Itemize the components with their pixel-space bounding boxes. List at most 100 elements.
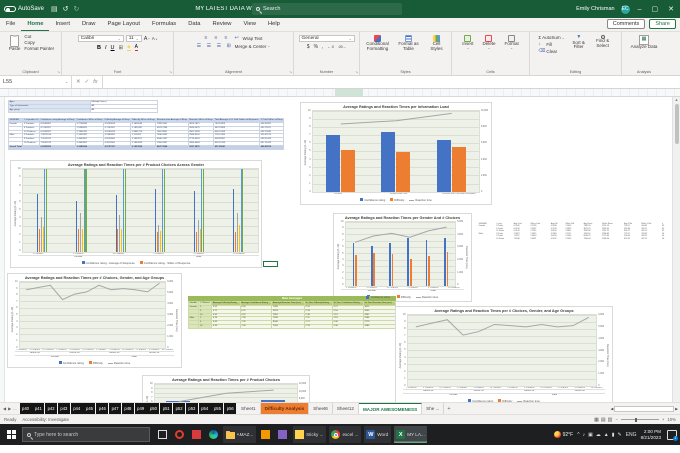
menu-tab-file[interactable]: File (0, 19, 21, 31)
taskbar-app-excel[interactable]: X MY LA... (393, 426, 428, 443)
chart-age-groups-right[interactable]: Average Ratings and Reaction Times per #… (395, 306, 613, 402)
conditional-formatting-button[interactable]: Conditional Formatting (364, 35, 392, 52)
zoom-slider[interactable] (620, 417, 659, 422)
chart-info-load[interactable]: Average Ratings and Reaction Times per I… (300, 102, 492, 205)
horizontal-scrollbar-track[interactable] (614, 405, 675, 412)
vertical-scrollbar[interactable]: ▲ (672, 97, 680, 402)
pivot-filters[interactable]: Ages (Multiple Items) Type of Information A… (8, 100, 159, 113)
chart-age-groups-left[interactable]: Average Ratings and Reaction Times per #… (7, 273, 182, 368)
paste-button[interactable]: Paste (7, 34, 23, 52)
sheet-tab-p46[interactable]: p46 (96, 403, 109, 414)
chart-across-gender[interactable]: Average Ratings and Reaction Times per #… (10, 160, 262, 268)
sheet-tab-p54[interactable]: p54 (198, 403, 211, 414)
cell-styles-button[interactable]: Cell Styles (426, 35, 448, 52)
format-cells-button[interactable]: Format ⌄ (503, 35, 521, 51)
align-center-icon[interactable]: ☰ (207, 43, 214, 49)
pivot-table[interactable]: GENDER # of product ch Confidence rating A… (7, 118, 285, 150)
zoom-in-button[interactable]: + (662, 417, 665, 422)
taskbar-app-sticky-notes[interactable]: Sticky ... (292, 426, 326, 443)
align-middle-icon[interactable]: ≡ (214, 35, 221, 41)
grow-font-button[interactable]: A ^ (144, 36, 150, 42)
sheet-tab-she[interactable]: She ... (422, 403, 445, 414)
tabs-scroll-left-icon[interactable]: ◀ (3, 406, 6, 411)
language-indicator[interactable]: ENG (626, 432, 637, 438)
analyze-data-button[interactable]: ▦ Analyze Data (629, 35, 660, 50)
increase-decimal-button[interactable]: .00→ (338, 45, 346, 49)
photos-icon[interactable]: ▣ (588, 432, 593, 438)
align-top-icon[interactable]: ≡ (204, 35, 211, 41)
clipboard-dialog-launcher[interactable]: ↘ (57, 70, 60, 74)
normal-view-icon[interactable]: ▦ (594, 417, 599, 423)
menu-tab-page-layout[interactable]: Page Layout (101, 19, 146, 31)
sheet-tab-p47[interactable]: p47 (109, 403, 122, 414)
chart-product-choices[interactable]: Average Ratings and Reaction Times per #… (142, 375, 310, 402)
formula-input[interactable] (103, 76, 680, 88)
merge-center-button[interactable]: ⊞ Merge & Center ⌄ (227, 43, 271, 49)
comma-format-button[interactable]: , (322, 44, 323, 50)
number-dialog-launcher[interactable]: ↘ (355, 70, 358, 74)
taskbar-app-app-orange[interactable] (259, 426, 273, 443)
underline-button[interactable]: U (111, 45, 115, 51)
taskbar-app-task-view[interactable] (155, 426, 169, 443)
save-icon[interactable]: ▤ (51, 5, 58, 13)
sheet-tab-sheet1[interactable]: Sheet1 (237, 403, 261, 414)
menu-tab-view[interactable]: View (237, 19, 261, 31)
taskbar-app-app-red-grid[interactable] (189, 426, 203, 443)
maximize-button[interactable]: ▢ (650, 5, 661, 13)
active-cell-outline[interactable] (263, 261, 278, 267)
sheet-tab-p48[interactable]: p48 (121, 403, 134, 414)
alignment-dialog-launcher[interactable]: ↘ (289, 70, 292, 74)
page-break-view-icon[interactable]: ▥ (608, 417, 613, 423)
sheet-tab-p41[interactable]: p41 (32, 403, 45, 414)
redo-icon[interactable]: ↻ (74, 5, 80, 13)
menu-tab-data[interactable]: Data (182, 19, 206, 31)
autosave-toggle[interactable]: AutoSave (4, 6, 44, 12)
close-button[interactable]: ✕ (666, 5, 676, 13)
sheet-tab-p55[interactable]: p55 (211, 403, 224, 414)
menu-tab-help[interactable]: Help (262, 19, 286, 31)
sheet-tab-sheet6[interactable]: Sheet6 (309, 403, 333, 414)
column-headers[interactable] (0, 89, 680, 97)
undo-icon[interactable]: ↺ (63, 5, 69, 13)
sheet-tab-p44[interactable]: p44 (70, 403, 83, 414)
page-layout-view-icon[interactable]: ▤ (601, 417, 606, 423)
vertical-scrollbar-thumb[interactable] (674, 104, 679, 144)
autosum-button[interactable]: Σ AutoSum ⌄ (538, 35, 564, 40)
copy-button[interactable]: Copy (24, 40, 54, 45)
sheet-tab-major-awesomeness[interactable]: MAJOR AWESOMENESS (358, 403, 423, 414)
wrap-text-button[interactable]: ↩ Wrap Text (234, 35, 262, 41)
share-button[interactable]: Share (649, 19, 676, 29)
format-as-table-button[interactable]: Format as Table (396, 35, 422, 52)
tabs-more-icon[interactable]: ... (13, 406, 16, 411)
align-bottom-icon[interactable]: ≡ (224, 35, 231, 41)
fill-color-button[interactable]: ◆ (127, 44, 131, 51)
sheet-tab-difficulty-analysis[interactable]: Difficulty Analysis (260, 403, 310, 414)
row-headers[interactable] (0, 97, 5, 402)
start-button[interactable] (0, 424, 22, 445)
shrink-font-button[interactable]: Av (152, 36, 158, 41)
sheet-tab-p40[interactable]: p40 (19, 403, 32, 414)
taskbar-app-chrome[interactable]: excel ... (328, 426, 361, 443)
taskbar-app-folder-amazon[interactable]: AMAZ... (223, 426, 256, 443)
italic-button[interactable]: I (105, 45, 107, 51)
chevron-up-icon[interactable]: ^ (577, 432, 579, 438)
number-format-select[interactable]: General ⌄ (298, 35, 355, 42)
enter-icon[interactable]: ✓ (85, 79, 90, 85)
align-right-icon[interactable]: ☰ (217, 43, 224, 49)
sheet-tab-p49[interactable]: p49 (134, 403, 147, 414)
raw-averages-table[interactable]: Gender # Choices Average Difficulty Rating… (187, 301, 397, 330)
sheet-tab-p43[interactable]: p43 (57, 403, 70, 414)
find-select-button[interactable]: Find & Select (593, 35, 613, 49)
decrease-decimal-button[interactable]: ←.0 (327, 45, 333, 49)
battery-icon[interactable]: ▮ (612, 432, 615, 438)
sheet-tab-p56[interactable]: p56 (224, 403, 237, 414)
format-painter-button[interactable]: Format Painter (24, 46, 54, 51)
font-size-select[interactable]: 11 ⌄ (125, 35, 142, 42)
sheet-tab-p50[interactable]: p50 (147, 403, 160, 414)
autosave-toggle-pill[interactable] (4, 6, 16, 12)
weather-widget[interactable]: 92°F (553, 431, 573, 438)
notification-center-icon[interactable]: 1 (667, 429, 678, 441)
cut-button[interactable]: Cut (24, 34, 54, 39)
sheet-tab-sheet12[interactable]: Sheet12 (333, 403, 359, 414)
user-name[interactable]: Emily Chrisman (576, 6, 615, 12)
